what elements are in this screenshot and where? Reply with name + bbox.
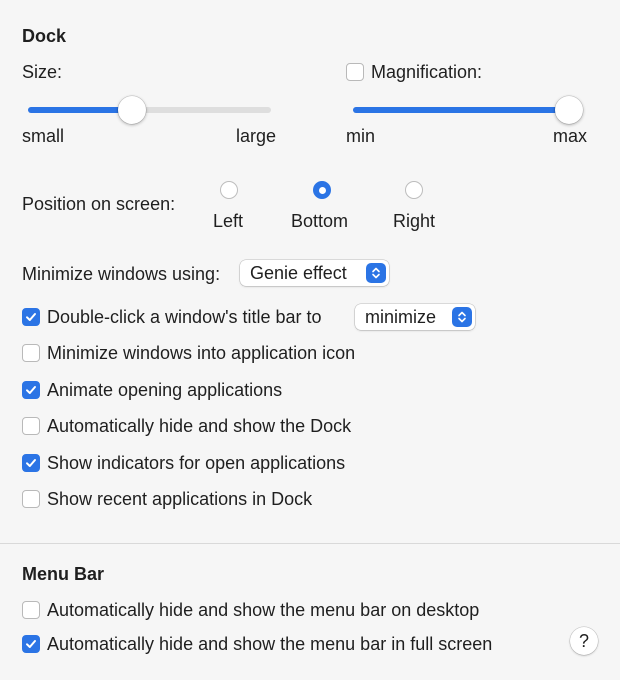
size-label: Size: bbox=[22, 62, 63, 82]
size-slider-knob[interactable] bbox=[118, 96, 146, 124]
double-click-label: Double-click a window's title bar to bbox=[47, 307, 322, 327]
animate-opening-checkbox[interactable] bbox=[22, 381, 40, 399]
position-right-label: Right bbox=[393, 211, 436, 231]
menu-bar-section-title: Menu Bar bbox=[22, 564, 105, 584]
magnification-max-label: max bbox=[553, 126, 588, 146]
position-label: Position on screen: bbox=[22, 194, 176, 214]
animate-opening-label: Animate opening applications bbox=[47, 380, 283, 400]
size-max-label: large bbox=[236, 126, 277, 146]
autohide-menubar-fullscreen-checkbox[interactable] bbox=[22, 635, 40, 653]
checkmark-icon bbox=[26, 459, 36, 467]
autohide-dock-checkbox[interactable] bbox=[22, 417, 40, 435]
position-right-radio[interactable] bbox=[405, 181, 423, 199]
checkmark-icon bbox=[26, 386, 36, 394]
minimize-using-label: Minimize windows using: bbox=[22, 264, 221, 284]
magnification-slider-knob[interactable] bbox=[555, 96, 583, 124]
minimize-effect-value: Genie effect bbox=[250, 262, 347, 283]
show-recent-apps-label: Show recent applications in Dock bbox=[47, 489, 313, 509]
minimize-into-icon-checkbox[interactable] bbox=[22, 344, 40, 362]
magnification-label: Magnification: bbox=[371, 62, 483, 82]
magnification-min-label: min bbox=[346, 126, 376, 146]
magnification-slider[interactable] bbox=[353, 96, 583, 124]
autohide-dock-label: Automatically hide and show the Dock bbox=[47, 416, 352, 436]
section-divider bbox=[0, 543, 620, 544]
magnification-slider-fill bbox=[353, 107, 569, 113]
double-click-checkbox[interactable] bbox=[22, 308, 40, 326]
double-click-action-popup[interactable]: minimize bbox=[355, 304, 475, 330]
position-left-label: Left bbox=[213, 211, 244, 231]
help-icon: ? bbox=[578, 630, 589, 651]
help-button[interactable]: ? bbox=[570, 627, 598, 655]
checkmark-icon bbox=[26, 313, 36, 321]
autohide-menubar-desktop-checkbox[interactable] bbox=[22, 601, 40, 619]
minimize-into-icon-label: Minimize windows into application icon bbox=[47, 343, 356, 363]
size-min-label: small bbox=[22, 126, 65, 146]
checkmark-icon bbox=[26, 640, 36, 648]
minimize-effect-popup[interactable]: Genie effect bbox=[240, 260, 389, 286]
show-indicators-checkbox[interactable] bbox=[22, 454, 40, 472]
show-indicators-label: Show indicators for open applications bbox=[47, 453, 346, 473]
position-bottom-radio[interactable] bbox=[313, 181, 331, 199]
autohide-menubar-fullscreen-label: Automatically hide and show the menu bar… bbox=[47, 634, 493, 654]
autohide-menubar-desktop-label: Automatically hide and show the menu bar… bbox=[47, 600, 480, 620]
chevron-up-down-icon bbox=[452, 307, 472, 327]
position-bottom-label: Bottom bbox=[291, 211, 349, 231]
size-slider-fill bbox=[28, 107, 132, 113]
position-left-radio[interactable] bbox=[220, 181, 238, 199]
size-slider[interactable] bbox=[28, 96, 271, 124]
double-click-action-value: minimize bbox=[365, 306, 437, 327]
magnification-checkbox[interactable] bbox=[346, 63, 364, 81]
dock-section-title: Dock bbox=[22, 26, 67, 46]
show-recent-apps-checkbox[interactable] bbox=[22, 490, 40, 508]
chevron-up-down-icon bbox=[366, 263, 386, 283]
